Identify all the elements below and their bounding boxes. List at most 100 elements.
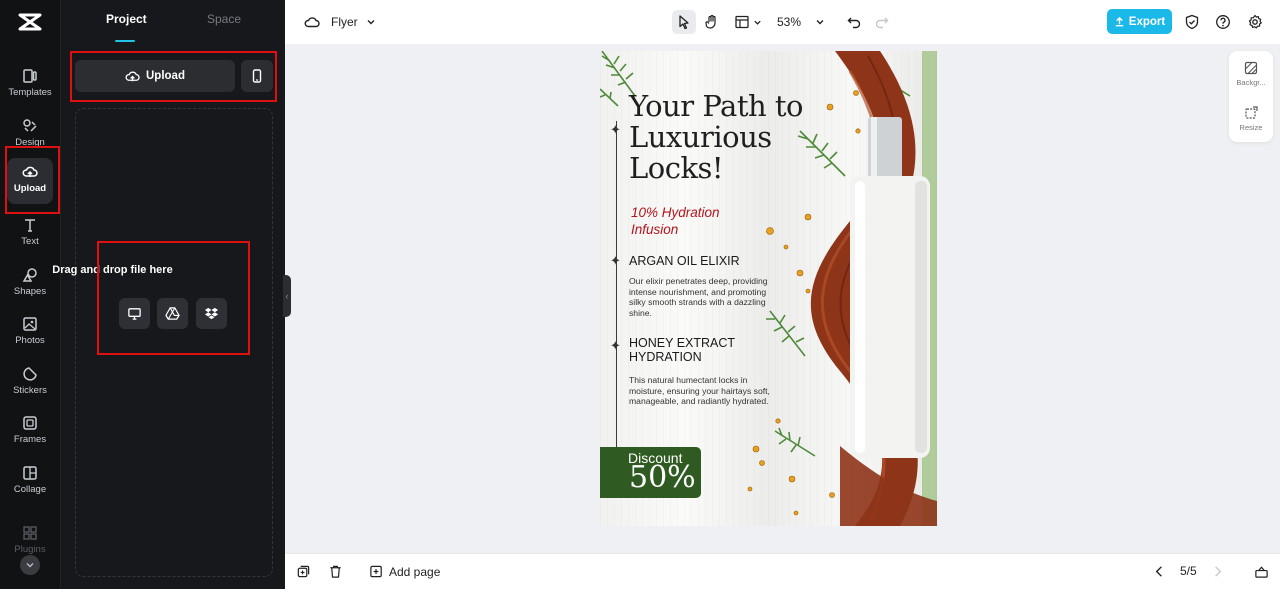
redo-icon [875, 17, 889, 29]
rail-label: Frames [13, 434, 47, 445]
shield-check-icon [1185, 14, 1199, 30]
rail-more-button[interactable] [20, 555, 40, 575]
rail-photos[interactable]: Photos [0, 310, 60, 356]
rail-collage[interactable]: Collage [0, 459, 60, 505]
flyer-canvas[interactable]: ✦ ✦ ✦ Your Path to Luxurious Locks! 10% … [600, 51, 937, 526]
upload-from-phone-button[interactable] [241, 60, 273, 92]
export-button[interactable]: Export [1107, 9, 1172, 34]
capcut-logo-icon[interactable] [17, 11, 43, 33]
page-indicator: 5/5 [1180, 564, 1197, 578]
tab-underline [115, 40, 135, 42]
hand-icon [705, 14, 716, 29]
select-tool-button[interactable] [672, 10, 696, 34]
stickers-icon [22, 366, 38, 382]
upload-button-label: Upload [146, 70, 185, 82]
discount-value: 50% [629, 460, 696, 495]
dropbox-icon [204, 307, 219, 320]
undo-button[interactable] [844, 12, 864, 32]
tab-project[interactable]: Project [106, 12, 147, 26]
phone-icon [252, 69, 262, 83]
duplicate-icon [297, 565, 310, 578]
export-label: Export [1128, 15, 1166, 28]
collage-icon [22, 465, 38, 481]
shapes-icon [22, 267, 38, 283]
drop-zone-title: Drag and drop file here [52, 264, 173, 276]
rail-label: Plugins [14, 544, 46, 555]
rail-stickers[interactable]: Stickers [0, 360, 60, 406]
layout-grid-dropdown[interactable] [734, 12, 762, 32]
delete-page-button[interactable] [328, 564, 343, 579]
flyer-title[interactable]: Your Path to Luxurious Locks! [629, 91, 829, 184]
layout-icon [735, 15, 749, 29]
timeline-divider [616, 121, 617, 451]
redo-button[interactable] [872, 12, 892, 32]
rail-label: Templates [8, 87, 52, 98]
rail-label: Text [21, 236, 39, 247]
frames-icon [22, 415, 38, 431]
document-name-dropdown[interactable]: Flyer [331, 13, 376, 31]
flyer-paragraph-honey[interactable]: This natural humectant locks in moisture… [629, 375, 774, 407]
rail-templates[interactable]: Templates [0, 62, 60, 108]
discount-badge[interactable]: Discount 50% [600, 447, 701, 498]
help-button[interactable] [1213, 12, 1233, 32]
add-page-button[interactable]: Add page [369, 564, 440, 579]
help-question-icon [1216, 15, 1230, 29]
rail-upload[interactable]: Upload [0, 158, 60, 204]
chevron-right-icon [1215, 566, 1222, 577]
zoom-dropdown[interactable]: 53% [777, 12, 825, 32]
plugins-icon [22, 525, 38, 541]
export-upload-icon [1115, 16, 1123, 27]
prev-page-button[interactable] [1152, 564, 1167, 579]
sparkle-icon: ✦ [610, 122, 621, 137]
chevron-down-icon [367, 20, 375, 25]
flyer-heading-honey[interactable]: HONEY EXTRACT HYDRATION [629, 336, 749, 364]
upload-button[interactable]: Upload [75, 60, 235, 92]
tool-rail: Templates Design Upload Text Shapes Phot… [0, 0, 60, 589]
cloud-save-icon[interactable] [303, 13, 321, 31]
chevron-down-icon [26, 563, 34, 568]
sparkle-icon: ✦ [610, 253, 621, 268]
rail-label: Upload [13, 183, 47, 194]
resize-tool-button[interactable]: Resize [1229, 106, 1273, 132]
resize-tool-label: Resize [1239, 123, 1263, 132]
rail-design[interactable]: Design [0, 112, 60, 158]
trash-icon [330, 565, 341, 578]
templates-icon [22, 68, 38, 84]
flyer-heading-argan[interactable]: ARGAN OIL ELIXIR [629, 254, 740, 268]
next-page-button[interactable] [1210, 564, 1225, 579]
background-tool-label: Backgr... [1236, 78, 1266, 87]
rail-frames[interactable]: Frames [0, 409, 60, 455]
rail-text[interactable]: Text [0, 211, 60, 257]
background-icon [1244, 61, 1258, 75]
hand-tool-button[interactable] [702, 12, 722, 32]
canvas-side-tools: Backgr... Resize [1229, 51, 1273, 142]
background-tool-button[interactable]: Backgr... [1229, 61, 1273, 87]
flyer-paragraph-argan[interactable]: Our elixir penetrates deep, providing in… [629, 276, 774, 318]
pages-panel-button[interactable] [1254, 564, 1269, 579]
photos-icon [22, 316, 38, 332]
google-drive-icon [165, 307, 180, 320]
duplicate-page-button[interactable] [296, 564, 311, 579]
pages-panel-icon [1255, 566, 1268, 578]
cursor-arrow-icon [679, 15, 689, 30]
sparkle-icon: ✦ [610, 338, 621, 353]
top-toolbar: Flyer 53% Export [285, 0, 1280, 44]
settings-button[interactable] [1245, 12, 1265, 32]
flyer-subtitle[interactable]: 10% Hydration Infusion [631, 204, 761, 238]
rail-label: Design [15, 137, 45, 148]
collapse-panel-handle[interactable]: ‹ [283, 275, 291, 317]
monitor-icon [128, 308, 141, 320]
upload-from-computer-button[interactable] [119, 298, 150, 329]
rail-label: Shapes [13, 286, 47, 297]
upload-from-google-drive-button[interactable] [157, 298, 188, 329]
shield-button[interactable] [1182, 12, 1202, 32]
rail-label: Photos [15, 335, 45, 346]
upload-from-dropbox-button[interactable] [196, 298, 227, 329]
upload-cloud-icon [125, 71, 140, 81]
undo-icon [847, 17, 861, 29]
tab-space[interactable]: Space [207, 12, 241, 26]
document-name: Flyer [331, 15, 358, 29]
chevron-left-icon: ‹ [285, 291, 289, 301]
drop-zone[interactable] [75, 108, 273, 577]
rail-label: Stickers [13, 385, 47, 396]
